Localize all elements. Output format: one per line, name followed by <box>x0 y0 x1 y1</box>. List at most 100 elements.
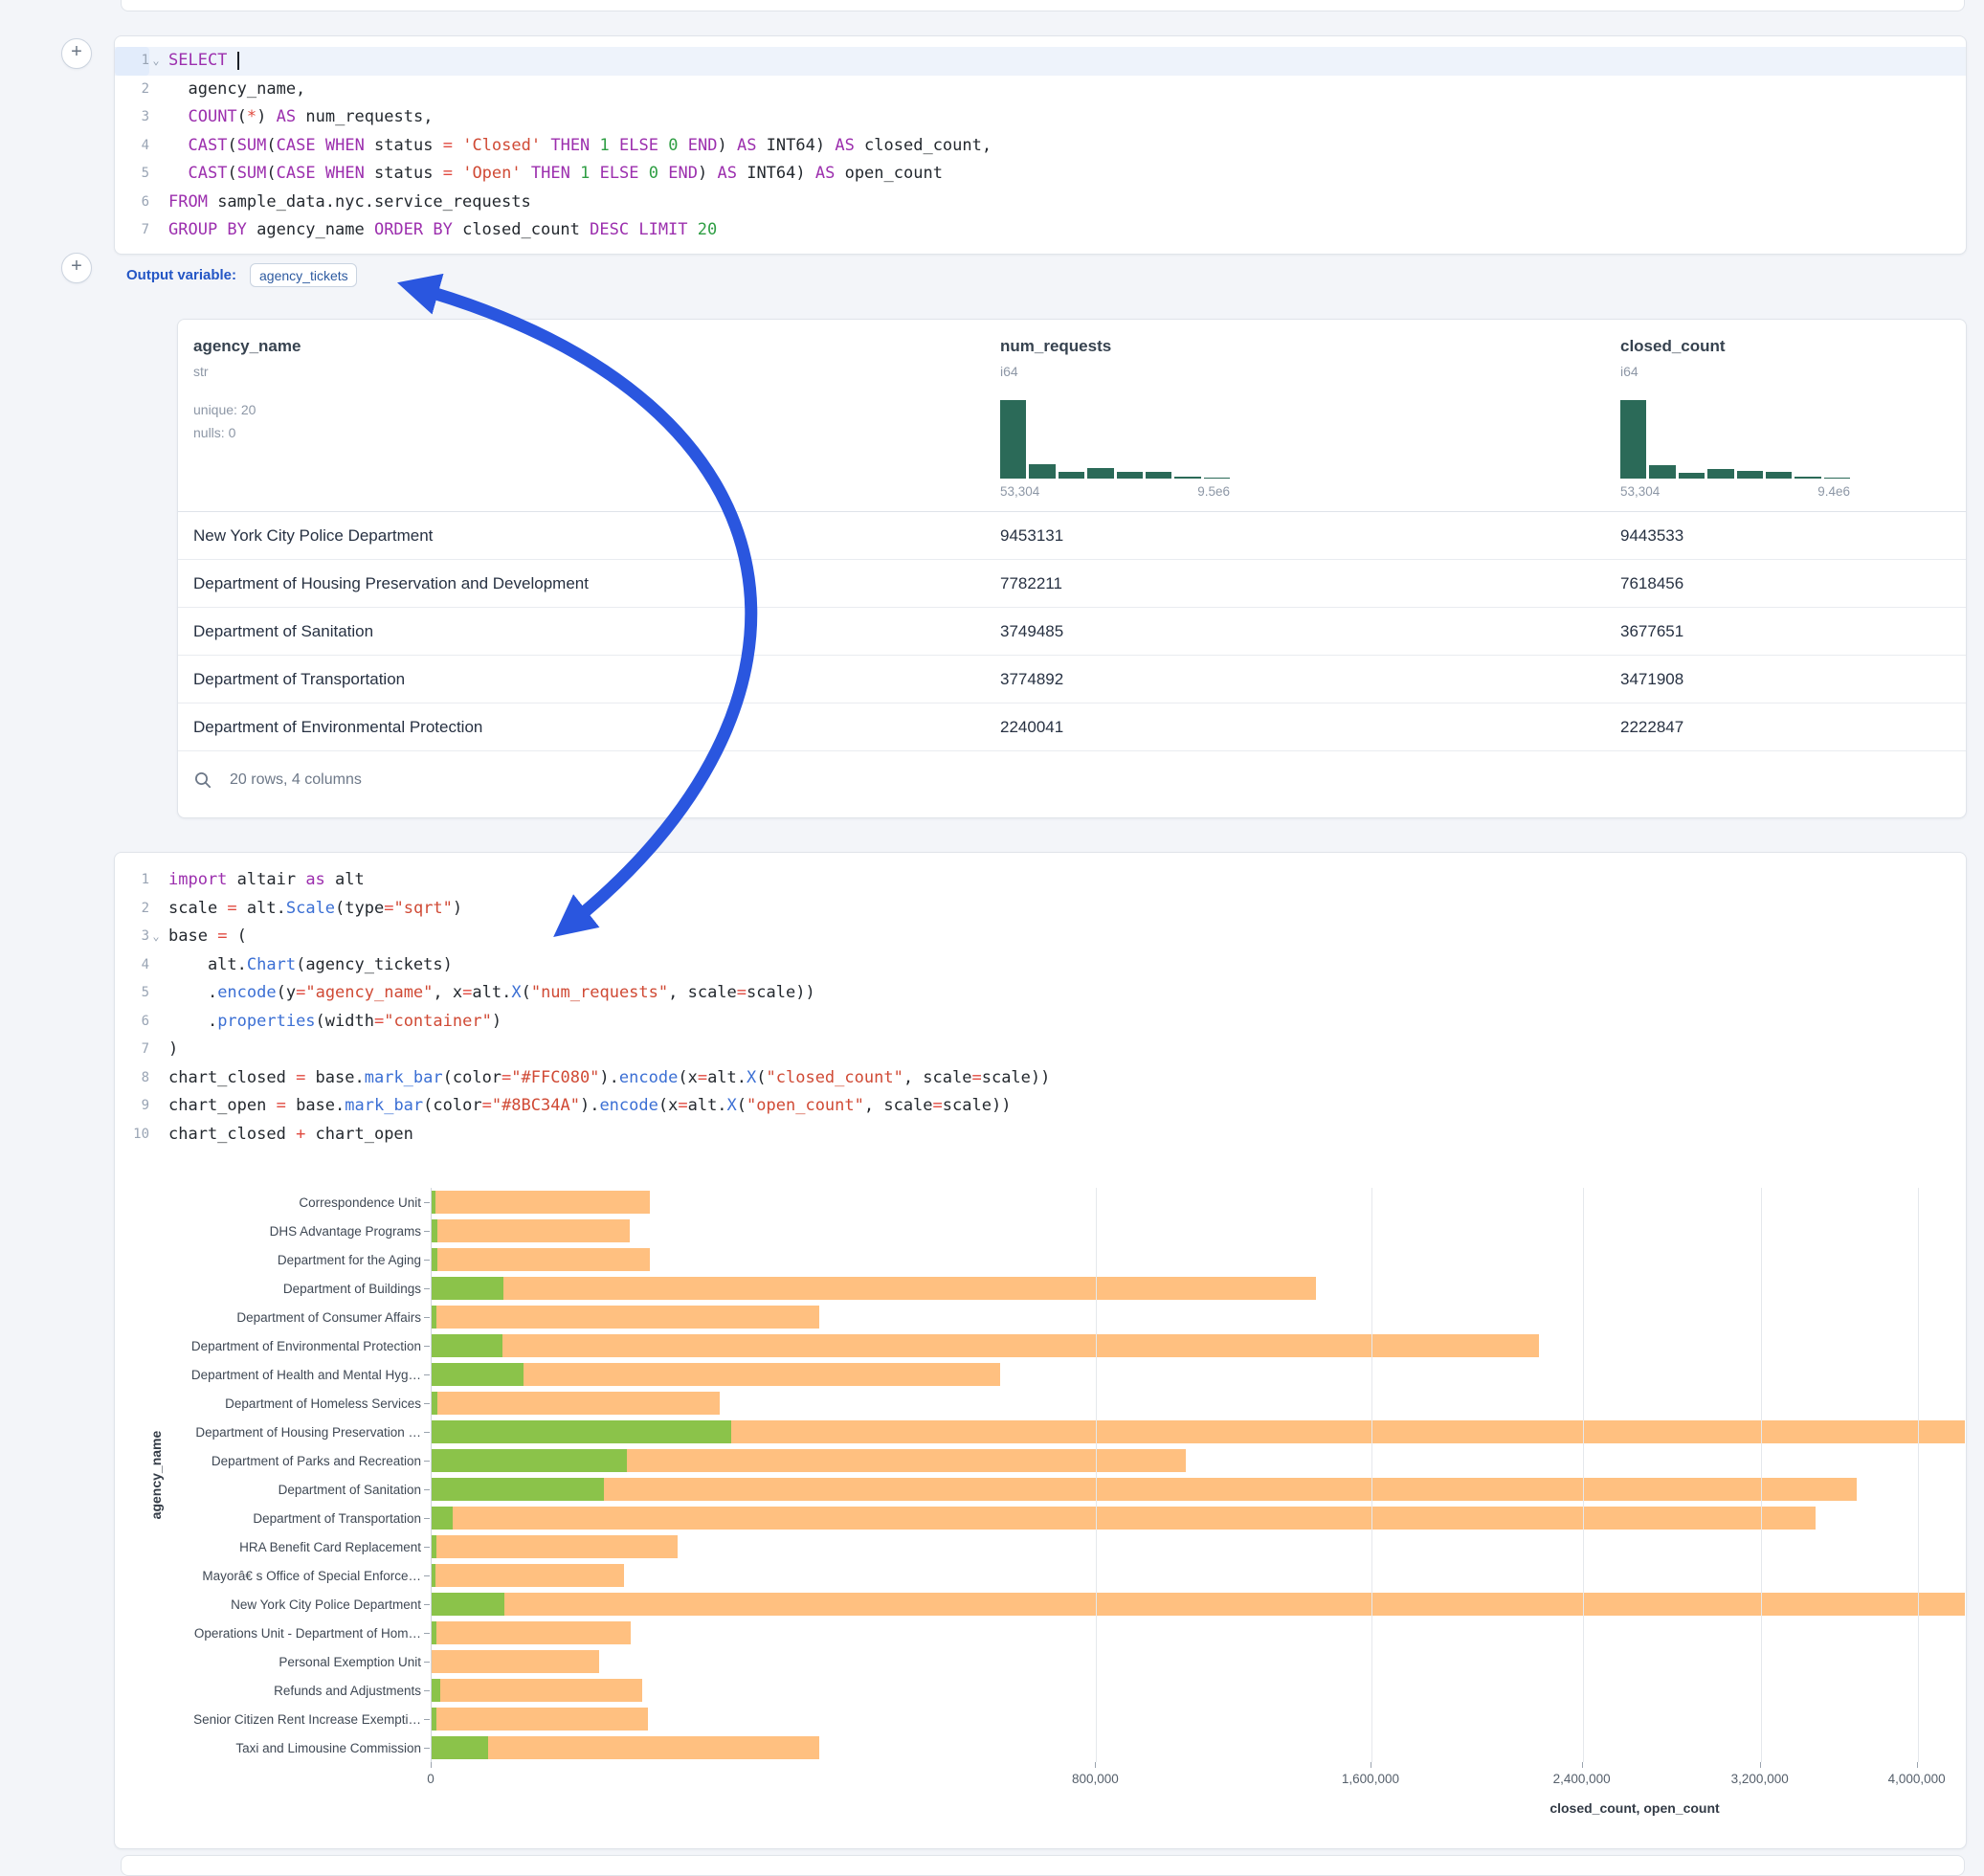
closed_count-bar <box>432 1478 1857 1501</box>
histogram-bar <box>1649 465 1675 479</box>
table-row[interactable]: Department of Housing Preservation and D… <box>178 560 1966 608</box>
code-text: agency_name, <box>163 76 305 104</box>
table-cell: 2240041 <box>1000 718 1620 737</box>
code-text: CAST(SUM(CASE WHEN status = 'Open' THEN … <box>163 160 943 189</box>
code-line[interactable]: 5 CAST(SUM(CASE WHEN status = 'Open' THE… <box>115 160 1966 189</box>
closed_count-bar <box>432 1736 819 1759</box>
histogram-max-label: 9.4e6 <box>1817 484 1850 499</box>
table-row[interactable]: New York City Police Department945313194… <box>178 512 1966 560</box>
y-tick <box>424 1374 430 1375</box>
closed_count-bar <box>432 1392 720 1415</box>
code-line[interactable]: 6FROM sample_data.nyc.service_requests <box>115 189 1966 217</box>
table-row[interactable]: Department of Transportation377489234719… <box>178 656 1966 704</box>
histogram-bar <box>1059 472 1084 479</box>
histogram-bar <box>1087 468 1113 479</box>
search-icon[interactable] <box>193 770 212 790</box>
y-tick <box>424 1231 430 1232</box>
closed_count-bar <box>432 1507 1816 1530</box>
code-line[interactable]: 3 COUNT(*) AS num_requests, <box>115 103 1966 132</box>
column-histogram <box>1620 400 1850 479</box>
histogram-min-label: 53,304 <box>1000 484 1039 499</box>
output-variable-chip[interactable]: agency_tickets <box>250 263 357 287</box>
code-line[interactable]: 2scale = alt.Scale(type="sqrt") <box>115 895 1966 924</box>
histogram-bar <box>1000 400 1026 479</box>
open_count-bar <box>432 1736 488 1759</box>
table-cell: 3749485 <box>1000 622 1620 641</box>
open_count-bar <box>432 1248 437 1271</box>
open_count-bar <box>432 1449 627 1472</box>
table-row[interactable]: Department of Environmental Protection22… <box>178 704 1966 751</box>
code-line[interactable]: 4 CAST(SUM(CASE WHEN status = 'Closed' T… <box>115 132 1966 161</box>
fold-caret-icon <box>149 866 163 895</box>
add-cell-button-output[interactable]: + <box>61 253 92 283</box>
histogram-bar <box>1204 478 1230 479</box>
open_count-bar <box>432 1507 453 1530</box>
output-variable-row: Output variable: agency_tickets <box>126 262 357 288</box>
code-line[interactable]: 6 .properties(width="container") <box>115 1008 1966 1037</box>
y-tick <box>424 1461 430 1462</box>
table-cell: Department of Housing Preservation and D… <box>178 574 1000 593</box>
results-table: agency_name str unique: 20 nulls: 0 num_… <box>177 319 1967 818</box>
histogram-bar <box>1174 477 1200 479</box>
x-tick <box>1760 1762 1761 1768</box>
closed_count-bar <box>432 1679 642 1702</box>
y-axis-label: Department of Homeless Services <box>115 1396 421 1411</box>
sql-cell: 1⌄SELECT 2 agency_name,3 COUNT(*) AS num… <box>114 35 1967 255</box>
y-axis-title: agency_name <box>148 1422 164 1528</box>
table-body: New York City Police Department945313194… <box>178 512 1966 751</box>
table-cell: 3677651 <box>1620 622 1966 641</box>
column-histogram <box>1000 400 1230 479</box>
y-axis-label: Department of Consumer Affairs <box>115 1310 421 1325</box>
code-line[interactable]: 1import altair as alt <box>115 866 1966 895</box>
code-line[interactable]: 5 .encode(y="agency_name", x=alt.X("num_… <box>115 979 1966 1008</box>
code-line[interactable]: 2 agency_name, <box>115 76 1966 104</box>
code-line[interactable]: 7GROUP BY agency_name ORDER BY closed_co… <box>115 216 1966 245</box>
code-line[interactable]: 9chart_open = base.mark_bar(color="#8BC3… <box>115 1092 1966 1121</box>
x-tick <box>1582 1762 1583 1768</box>
python-code-editor[interactable]: 1import altair as alt2scale = alt.Scale(… <box>115 853 1966 1149</box>
x-axis-label: 800,000 <box>1072 1772 1119 1786</box>
fold-caret-icon <box>149 76 163 104</box>
code-line[interactable]: 1⌄SELECT <box>115 47 1966 76</box>
y-axis-label: Department for the Aging <box>115 1253 421 1267</box>
fold-caret-icon <box>149 1036 163 1064</box>
line-number: 6 <box>115 1008 149 1037</box>
code-line[interactable]: 7) <box>115 1036 1966 1064</box>
histogram-min-label: 53,304 <box>1620 484 1660 499</box>
fold-caret-icon <box>149 160 163 189</box>
code-text: chart_closed + chart_open <box>163 1121 413 1150</box>
open_count-bar <box>432 1478 604 1501</box>
code-line[interactable]: 8chart_closed = base.mark_bar(color="#FF… <box>115 1064 1966 1093</box>
fold-caret-icon <box>149 895 163 924</box>
x-tick <box>431 1762 432 1768</box>
sql-code-editor[interactable]: 1⌄SELECT 2 agency_name,3 COUNT(*) AS num… <box>115 36 1966 245</box>
open_count-bar <box>432 1363 524 1386</box>
closed_count-bar <box>432 1650 599 1673</box>
fold-caret-icon[interactable]: ⌄ <box>149 923 163 951</box>
y-axis-label: Correspondence Unit <box>115 1195 421 1210</box>
table-cell: New York City Police Department <box>178 526 1000 546</box>
line-number: 4 <box>115 951 149 980</box>
histogram-bar <box>1117 472 1143 479</box>
y-axis-label: Operations Unit - Department of Hom… <box>115 1626 421 1641</box>
code-text: import altair as alt <box>163 866 365 895</box>
y-tick <box>424 1547 430 1548</box>
y-axis-label: Senior Citizen Rent Increase Exempti… <box>115 1712 421 1727</box>
closed_count-bar <box>432 1334 1539 1357</box>
code-text: GROUP BY agency_name ORDER BY closed_cou… <box>163 216 717 245</box>
table-cell: 2222847 <box>1620 718 1966 737</box>
histogram-bar <box>1620 400 1646 479</box>
code-line[interactable]: 3⌄base = ( <box>115 923 1966 951</box>
add-cell-button-top[interactable]: + <box>61 38 92 69</box>
code-line[interactable]: 10chart_closed + chart_open <box>115 1121 1966 1150</box>
fold-caret-icon[interactable]: ⌄ <box>149 47 163 76</box>
fold-caret-icon <box>149 132 163 161</box>
table-cell: 3471908 <box>1620 670 1966 689</box>
open_count-bar <box>432 1708 436 1731</box>
y-tick <box>424 1604 430 1605</box>
code-line[interactable]: 4 alt.Chart(agency_tickets) <box>115 951 1966 980</box>
y-axis-label: Department of Environmental Protection <box>115 1339 421 1353</box>
code-text: CAST(SUM(CASE WHEN status = 'Closed' THE… <box>163 132 992 161</box>
histogram-max-label: 9.5e6 <box>1197 484 1230 499</box>
table-row[interactable]: Department of Sanitation37494853677651 <box>178 608 1966 656</box>
